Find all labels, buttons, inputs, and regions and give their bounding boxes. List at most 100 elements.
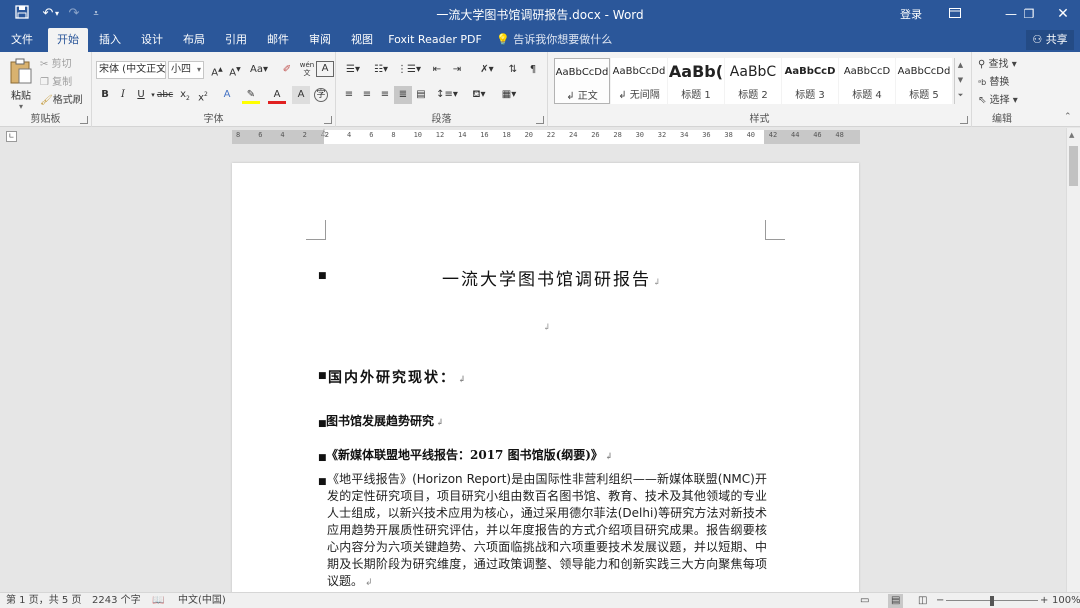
- tab-foxit[interactable]: Foxit Reader PDF: [388, 28, 482, 52]
- vertical-scrollbar[interactable]: ▲: [1066, 128, 1080, 592]
- format-painter-button[interactable]: 🖌格式刷: [40, 92, 83, 110]
- italic-icon[interactable]: I: [114, 86, 132, 104]
- superscript-icon[interactable]: x2: [194, 86, 212, 104]
- read-mode-icon[interactable]: ▭: [860, 594, 869, 608]
- tab-review[interactable]: 审阅: [302, 28, 338, 52]
- horizontal-ruler[interactable]: 8 6 4 2 2 4 6 8 10 12 14 16 18 20 22 24 26 28 30 32 34 36 38 40…: [232, 128, 860, 144]
- login-button[interactable]: 登录: [900, 6, 922, 22]
- customize-qat-icon[interactable]: ⩡: [86, 5, 106, 23]
- document-area[interactable]: ■ 一流大学图书馆调研报告 ↲ ↲ ■ 国内外研究现状： ↲ ■ 图书馆发展趋势研究…: [0, 146, 1066, 592]
- chinese-layout-icon[interactable]: ✗▾: [474, 61, 500, 79]
- tab-selector-icon[interactable]: ∟: [6, 131, 17, 142]
- heading-research-status[interactable]: 国内外研究现状： ↲: [328, 367, 468, 387]
- save-icon[interactable]: [12, 5, 32, 23]
- subscript-icon[interactable]: x2: [176, 86, 194, 104]
- numbering-icon[interactable]: ☷▾: [368, 61, 394, 79]
- align-right-icon[interactable]: ≡: [376, 86, 394, 104]
- word-count[interactable]: 2243 个字: [92, 594, 141, 608]
- style-heading-2[interactable]: AaBbC 标题 2: [725, 58, 781, 104]
- tell-me-box[interactable]: 💡 告诉我你想要做什么: [496, 28, 612, 52]
- tab-references[interactable]: 引用: [218, 28, 254, 52]
- align-left-icon[interactable]: ≡: [340, 86, 358, 104]
- document-title[interactable]: 一流大学图书馆调研报告 ↲: [442, 265, 663, 290]
- font-size-combo[interactable]: 小四 ▾: [168, 61, 204, 79]
- close-icon[interactable]: ✕: [1046, 3, 1080, 25]
- font-name-combo[interactable]: 宋体 (中文正文) ▾: [96, 61, 166, 79]
- tab-layout[interactable]: 布局: [176, 28, 212, 52]
- clear-format-icon[interactable]: ✐: [278, 61, 296, 79]
- show-marks-icon[interactable]: ¶: [524, 61, 542, 79]
- zoom-out-button[interactable]: −: [936, 594, 944, 608]
- borders-icon[interactable]: ▦▾: [496, 86, 522, 104]
- scroll-down-icon[interactable]: ▼: [955, 73, 966, 88]
- cut-button[interactable]: ✂ 剪切: [40, 56, 72, 74]
- decrease-indent-icon[interactable]: ⇤: [428, 61, 446, 79]
- styles-launcher-icon[interactable]: [960, 116, 968, 124]
- distributed-icon[interactable]: ▤: [412, 86, 430, 104]
- heading-library-trends[interactable]: 图书馆发展趋势研究 ↲: [326, 412, 444, 429]
- highlight-icon[interactable]: ✎: [242, 86, 260, 104]
- body-paragraph[interactable]: 《地平线报告》(Horizon Report)是由国际性非营利组织——新媒体联盟…: [327, 471, 767, 592]
- style-heading-4[interactable]: AaBbCcD 标题 4: [839, 58, 895, 104]
- style-heading-5[interactable]: AaBbCcDd 标题 5: [896, 58, 952, 104]
- zoom-in-button[interactable]: +: [1040, 594, 1048, 608]
- replace-button[interactable]: ᵃb 替换: [978, 74, 1009, 92]
- tab-insert[interactable]: 插入: [92, 28, 128, 52]
- strikethrough-icon[interactable]: abc: [156, 86, 174, 104]
- multilevel-list-icon[interactable]: ⋮☰▾: [396, 61, 422, 79]
- style-heading-1[interactable]: AaBb( 标题 1: [668, 58, 724, 104]
- tab-mailings[interactable]: 邮件: [260, 28, 296, 52]
- line-spacing-icon[interactable]: ↕≡▾: [434, 86, 460, 104]
- char-border-icon[interactable]: A: [316, 61, 334, 77]
- font-launcher-icon[interactable]: [324, 116, 332, 124]
- print-layout-icon[interactable]: ▤: [888, 594, 904, 608]
- clipboard-launcher-icon[interactable]: [80, 116, 88, 124]
- more-styles-icon[interactable]: ⏷: [955, 88, 966, 103]
- grow-font-icon[interactable]: A▲: [208, 61, 226, 79]
- ribbon-display-icon[interactable]: [938, 3, 972, 25]
- select-button[interactable]: ⇖ 选择 ▾: [978, 92, 1018, 110]
- zoom-level[interactable]: 100%: [1052, 594, 1080, 608]
- enclose-char-icon[interactable]: 字: [314, 88, 328, 102]
- share-button[interactable]: ⚇ 共享: [1026, 30, 1074, 50]
- align-center-icon[interactable]: ≡: [358, 86, 376, 104]
- copy-button[interactable]: ❐ 复制: [40, 74, 72, 92]
- text-effects-icon[interactable]: A: [218, 86, 236, 104]
- paragraph-launcher-icon[interactable]: [536, 116, 544, 124]
- scroll-up-arrow-icon[interactable]: ▲: [1069, 131, 1074, 139]
- tab-design[interactable]: 设计: [134, 28, 170, 52]
- bold-icon[interactable]: B: [96, 86, 114, 104]
- phonetic-guide-icon[interactable]: wén 文: [298, 61, 316, 79]
- tab-view[interactable]: 视图: [344, 28, 380, 52]
- style-heading-3[interactable]: AaBbCcD 标题 3: [782, 58, 838, 104]
- styles-scroller[interactable]: ▲ ▼ ⏷: [954, 58, 966, 104]
- restore-icon[interactable]: ❐: [1012, 3, 1046, 25]
- undo-dropdown-icon[interactable]: ▾: [52, 5, 62, 23]
- tab-home[interactable]: 开始: [48, 28, 88, 52]
- justify-icon[interactable]: ≣: [394, 86, 412, 104]
- redo-icon[interactable]: ↷: [64, 5, 84, 23]
- style-no-spacing[interactable]: AaBbCcDd ↲ 无间隔: [611, 58, 667, 104]
- indent-marker-icon[interactable]: ⏃: [320, 128, 328, 139]
- scroll-up-icon[interactable]: ▲: [955, 58, 966, 73]
- heading-nmc-report[interactable]: 《新媒体联盟地平线报告：2017 图书馆版(纲要)》 ↲: [326, 446, 612, 463]
- proofing-icon[interactable]: 📖: [152, 594, 164, 608]
- sort-icon[interactable]: ⇅: [504, 61, 522, 79]
- paste-button[interactable]: 粘贴 ▾: [6, 58, 36, 111]
- increase-indent-icon[interactable]: ⇥: [448, 61, 466, 79]
- char-shading-icon[interactable]: A: [292, 86, 310, 104]
- bullets-icon[interactable]: ☰▾: [340, 61, 366, 79]
- web-layout-icon[interactable]: ◫: [918, 594, 927, 608]
- style-normal[interactable]: AaBbCcDd ↲ 正文: [554, 58, 610, 104]
- shrink-font-icon[interactable]: A▼: [226, 61, 244, 79]
- page-count[interactable]: 第 1 页，共 5 页: [6, 594, 81, 608]
- scroll-thumb[interactable]: [1069, 146, 1078, 186]
- document-page[interactable]: ■ 一流大学图书馆调研报告 ↲ ↲ ■ 国内外研究现状： ↲ ■ 图书馆发展趋势研究…: [232, 163, 859, 592]
- shading-icon[interactable]: ⛾▾: [466, 86, 492, 104]
- change-case-button[interactable]: Aa▾: [248, 61, 270, 79]
- find-button[interactable]: ⚲ 查找 ▾: [978, 56, 1017, 74]
- collapse-ribbon-icon[interactable]: ⌃: [1064, 112, 1072, 122]
- language-indicator[interactable]: 中文(中国): [178, 594, 226, 608]
- font-color-icon[interactable]: A: [268, 86, 286, 104]
- zoom-slider-thumb[interactable]: [990, 596, 994, 606]
